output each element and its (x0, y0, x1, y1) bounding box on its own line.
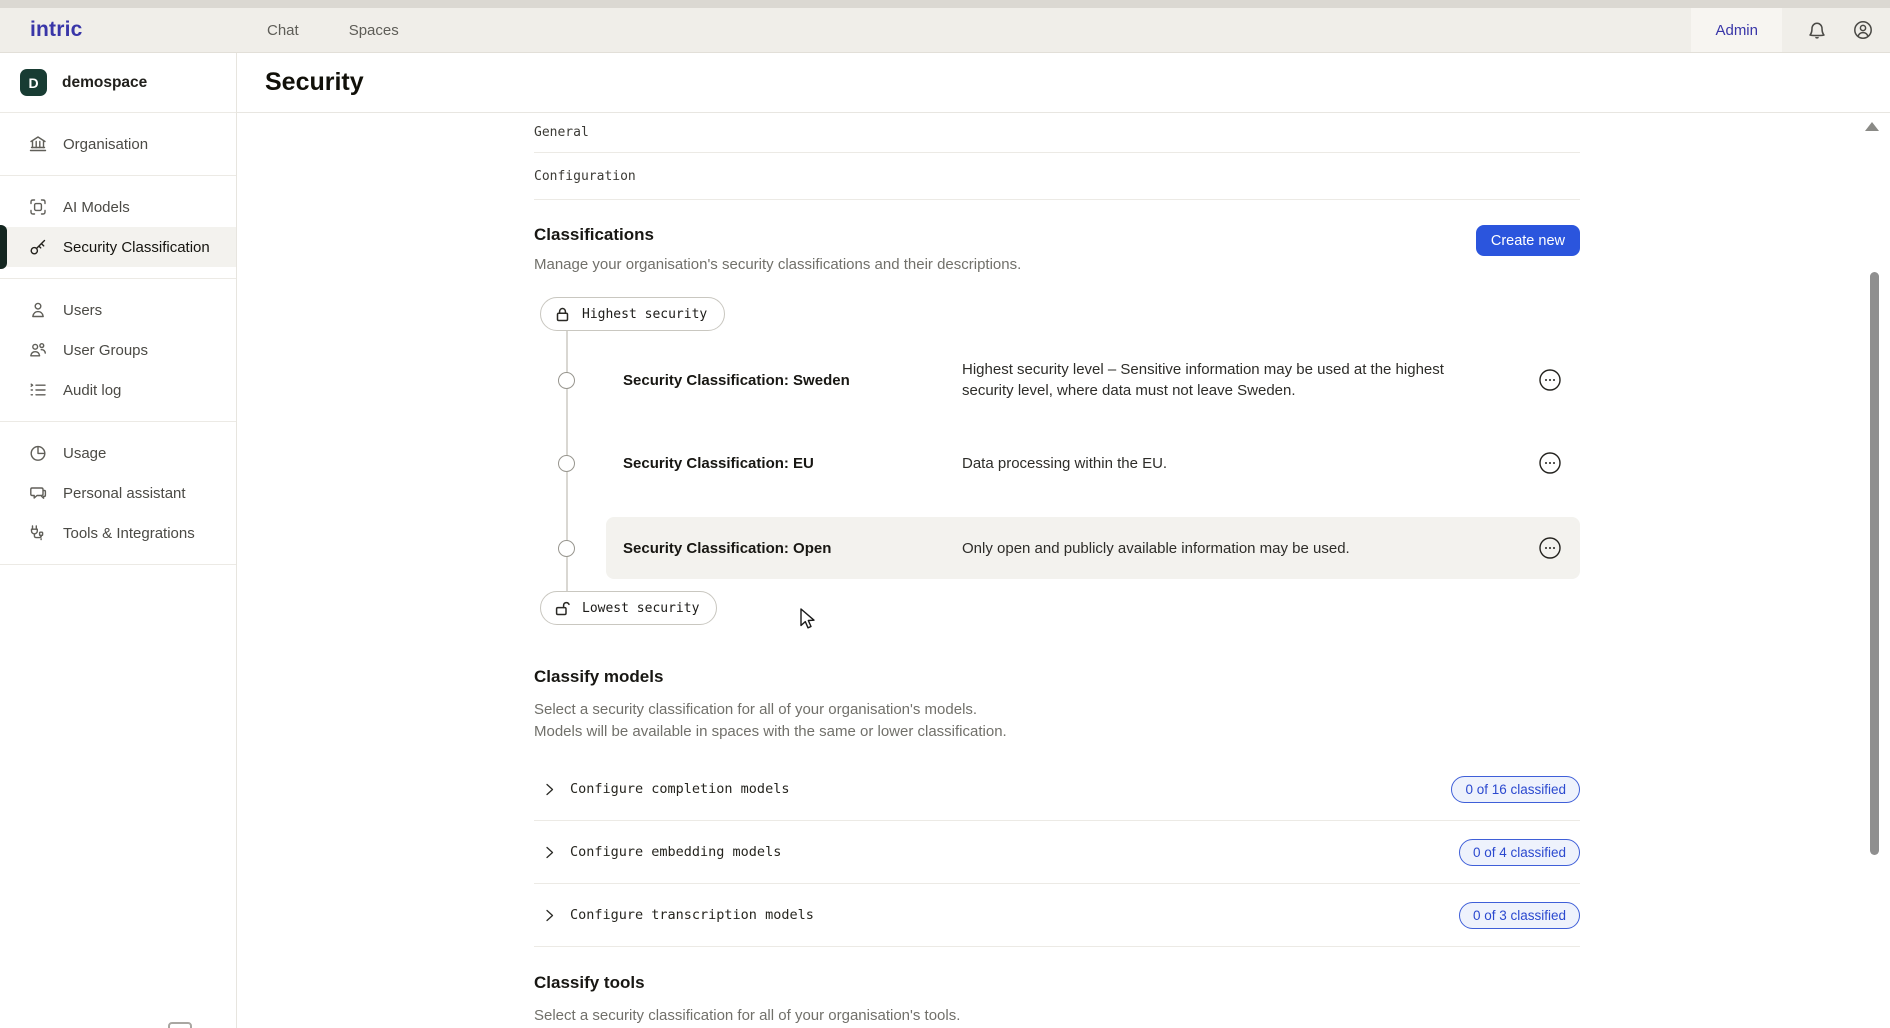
sidebar-collapse-icon[interactable] (168, 1022, 192, 1028)
notification-bell-icon[interactable] (1806, 19, 1828, 41)
highest-security-pill: Highest security (540, 297, 725, 331)
tab-chat[interactable]: Chat (267, 22, 299, 39)
chat-bubble-icon (28, 483, 48, 503)
scroll-area: General Configuration Classifications Ma… (237, 113, 1890, 1028)
workspace-switcher[interactable]: D demospace (0, 53, 236, 113)
classified-count-badge: 0 of 3 classified (1459, 902, 1580, 929)
sidebar-item-label: Audit log (63, 382, 121, 399)
ellipsis-icon (1538, 536, 1562, 560)
configure-completion-models-row[interactable]: Configure completion models 0 of 16 clas… (534, 758, 1580, 821)
user-account-icon[interactable] (1852, 19, 1874, 41)
sidebar-item-label: AI Models (63, 199, 130, 216)
classification-name: Security Classification: Sweden (623, 372, 953, 389)
classification-radio[interactable] (558, 372, 575, 389)
intric-logo: intric (0, 18, 237, 42)
nav-group-models: AI Models Security Classification (0, 176, 236, 279)
sidebar-item-label: Organisation (63, 136, 148, 153)
chevron-right-icon (542, 908, 557, 923)
sidebar-item-user-groups[interactable]: User Groups (0, 330, 236, 370)
classify-models-title: Classify models (534, 667, 1580, 687)
classification-row-sweden: Security Classification: Sweden Highest … (534, 345, 1580, 415)
plug-icon (28, 523, 48, 543)
scrollbar-thumb[interactable] (1870, 272, 1879, 855)
create-new-button[interactable]: Create new (1476, 225, 1580, 256)
sidebar-item-label: Users (63, 302, 102, 319)
topbar-right: Admin (1691, 8, 1890, 52)
classification-radio[interactable] (558, 455, 575, 472)
configure-transcription-models-row[interactable]: Configure transcription models 0 of 3 cl… (534, 884, 1580, 947)
classifications-subtitle: Manage your organisation's security clas… (534, 256, 1021, 273)
sidebar: D demospace Organisation (0, 53, 237, 1028)
pie-chart-icon (28, 443, 48, 463)
primary-nav: Chat Spaces (267, 22, 399, 39)
chip-icon (28, 197, 48, 217)
sidebar-item-tools-integrations[interactable]: Tools & Integrations (0, 513, 236, 553)
key-icon (28, 237, 48, 257)
main-area: Security General Configuration Classific… (237, 53, 1890, 1028)
row-menu-button[interactable] (1538, 368, 1562, 392)
nav-group-tools: Usage Personal assistant (0, 422, 236, 565)
user-group-icon (28, 340, 48, 360)
classification-description: Data processing within the EU. (962, 453, 1482, 474)
configure-embedding-models-row[interactable]: Configure embedding models 0 of 4 classi… (534, 821, 1580, 884)
sidebar-item-label: Security Classification (63, 239, 210, 256)
audit-list-icon (28, 380, 48, 400)
classification-description: Highest security level – Sensitive infor… (962, 359, 1482, 401)
sidebar-item-security-classification[interactable]: Security Classification (0, 227, 236, 267)
bank-icon (28, 134, 48, 154)
user-icon (28, 300, 48, 320)
sidebar-item-label: Personal assistant (63, 485, 186, 502)
ellipsis-icon (1538, 368, 1562, 392)
classify-tools-title: Classify tools (534, 973, 1580, 993)
classification-row-eu: Security Classification: EU Data process… (534, 415, 1580, 511)
tab-spaces[interactable]: Spaces (349, 22, 399, 39)
workspace-avatar: D (20, 69, 47, 96)
window-top-strip (0, 0, 1890, 8)
classify-models-section: Classify models Select a security classi… (534, 667, 1580, 947)
classified-count-badge: 0 of 16 classified (1451, 776, 1580, 803)
nav-group-organisation: Organisation (0, 113, 236, 176)
lock-closed-icon (554, 306, 571, 323)
sidebar-item-label: User Groups (63, 342, 148, 359)
ellipsis-icon (1538, 451, 1562, 475)
sidebar-item-usage[interactable]: Usage (0, 433, 236, 473)
settings-row-configuration[interactable]: Configuration (534, 153, 1580, 200)
classification-tree: Highest security Security Classification… (534, 297, 1580, 625)
sidebar-item-label: Tools & Integrations (63, 525, 195, 542)
row-menu-button[interactable] (1538, 451, 1562, 475)
sidebar-item-personal-assistant[interactable]: Personal assistant (0, 473, 236, 513)
admin-nav-button[interactable]: Admin (1691, 8, 1782, 52)
sidebar-item-label: Usage (63, 445, 106, 462)
classification-name: Security Classification: Open (623, 540, 953, 557)
sidebar-item-audit-log[interactable]: Audit log (0, 370, 236, 410)
page-title: Security (265, 68, 364, 97)
classify-tools-desc: Select a security classification for all… (534, 1005, 1580, 1027)
chevron-right-icon (542, 845, 557, 860)
nav-group-users: Users User Groups Audit (0, 279, 236, 422)
classification-name: Security Classification: EU (623, 455, 953, 472)
classification-radio[interactable] (558, 540, 575, 557)
settings-row-general[interactable]: General (534, 113, 1580, 153)
lowest-security-pill: Lowest security (540, 591, 717, 625)
lock-open-icon (554, 600, 571, 617)
topbar: intric Chat Spaces Admin (0, 8, 1890, 53)
page-header: Security (237, 53, 1890, 113)
chevron-right-icon (542, 782, 557, 797)
sidebar-item-users[interactable]: Users (0, 290, 236, 330)
classification-row-open: Security Classification: Open Only open … (534, 517, 1580, 579)
classifications-title: Classifications (534, 225, 1021, 245)
classified-count-badge: 0 of 4 classified (1459, 839, 1580, 866)
classify-models-desc-line: Models will be available in spaces with … (534, 721, 1580, 743)
workspace-name: demospace (62, 74, 147, 92)
row-menu-button[interactable] (1538, 536, 1562, 560)
classify-models-desc-line: Select a security classification for all… (534, 699, 1580, 721)
classification-description: Only open and publicly available informa… (962, 538, 1482, 559)
scrollbar-up-arrow[interactable] (1865, 122, 1879, 131)
classify-tools-section: Classify tools Select a security classif… (534, 973, 1580, 1027)
sidebar-item-organisation[interactable]: Organisation (0, 124, 236, 164)
sidebar-item-ai-models[interactable]: AI Models (0, 187, 236, 227)
